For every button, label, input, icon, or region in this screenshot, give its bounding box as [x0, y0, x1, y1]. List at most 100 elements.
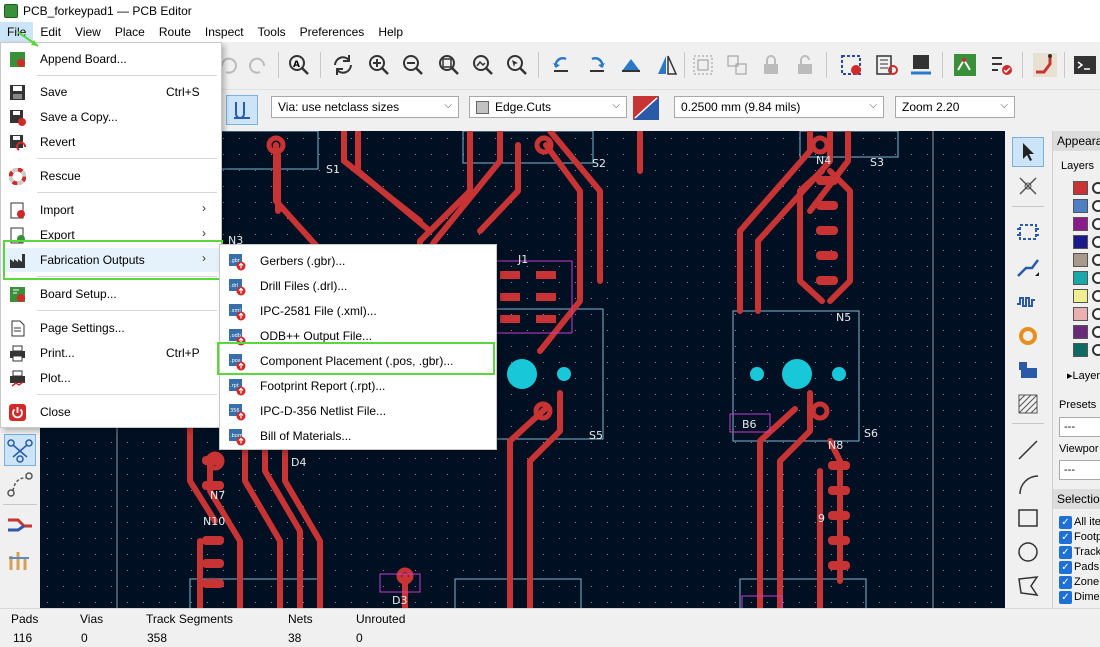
viewport-select[interactable]: --- [1059, 460, 1100, 480]
layer-color-swatch[interactable] [1073, 199, 1088, 213]
mirror-icon[interactable] [652, 50, 682, 80]
layer-visibility-eye-icon[interactable] [1092, 344, 1100, 356]
draw-arc-icon[interactable] [1012, 469, 1044, 499]
route-tool-icon[interactable] [1030, 50, 1060, 80]
layer-select[interactable]: Edge.Cuts ⌵ [469, 96, 627, 118]
drc-icon[interactable] [986, 50, 1016, 80]
menu-item-append-board[interactable]: Append Board... [2, 47, 221, 71]
ratsnest-toggle-icon[interactable] [4, 434, 36, 466]
layer-color-swatch[interactable] [1073, 271, 1088, 285]
layer-color-swatch[interactable] [1073, 253, 1088, 267]
menu-item-save-copy[interactable]: Save a Copy... [2, 105, 221, 129]
zoom-in-icon[interactable] [364, 50, 394, 80]
selection-filter-checkbox[interactable]: ✓ [1059, 576, 1072, 589]
menu-item-import[interactable]: Import › [2, 198, 221, 222]
selection-filter-checkbox[interactable]: ✓ [1059, 561, 1072, 574]
menu-item-page-settings[interactable]: Page Settings... [2, 316, 221, 340]
add-zone-icon[interactable] [1012, 389, 1044, 419]
redo-icon[interactable] [244, 50, 274, 80]
menu-view[interactable]: View [68, 22, 108, 42]
zoom-select[interactable]: Zoom 2.20 ⌵ [895, 96, 1015, 118]
zoom-fit-icon[interactable] [434, 50, 464, 80]
submenu-item-ipc-d-356-netlist-file[interactable]: 356 IPC-D-356 Netlist File... [221, 399, 496, 423]
rotate-ccw-icon[interactable] [546, 50, 576, 80]
group-icon[interactable] [688, 50, 718, 80]
flip-icon[interactable] [616, 50, 646, 80]
submenu-item-gerbers-gbr[interactable]: .gbr Gerbers (.gbr)... [221, 249, 496, 273]
draw-rectangle-icon[interactable] [1012, 503, 1044, 533]
layer-visibility-eye-icon[interactable] [1092, 290, 1100, 302]
layer-visibility-eye-icon[interactable] [1092, 236, 1100, 248]
route-track-icon[interactable] [1012, 253, 1044, 283]
find-icon[interactable]: A [284, 50, 314, 80]
menu-place[interactable]: Place [108, 22, 152, 42]
lock-icon[interactable] [756, 50, 786, 80]
refresh-icon[interactable] [328, 50, 358, 80]
layer-pair-icon[interactable] [633, 96, 659, 120]
layer-color-swatch[interactable] [1073, 343, 1088, 357]
net-color-icon[interactable] [6, 546, 34, 574]
menu-item-print[interactable]: Print... Ctrl+P [2, 341, 221, 365]
selection-filter-checkbox[interactable]: ✓ [1059, 516, 1072, 529]
layer-visibility-eye-icon[interactable] [1092, 200, 1100, 212]
menu-item-close[interactable]: Close [2, 400, 221, 424]
submenu-item-footprint-report-rpt[interactable]: .rpt Footprint Report (.rpt)... [221, 374, 496, 398]
footprint-editor-icon[interactable] [836, 50, 866, 80]
scripting-console-icon[interactable] [1070, 50, 1100, 80]
presets-select[interactable]: --- [1059, 417, 1100, 437]
add-via-icon[interactable] [1012, 321, 1044, 351]
submenu-item-bill-of-materials[interactable]: .bom Bill of Materials... [221, 424, 496, 448]
curved-ratsnest-icon[interactable] [6, 471, 34, 499]
track-width-toggle-icon[interactable] [226, 95, 258, 125]
menu-item-board-setup[interactable]: Board Setup... [2, 282, 221, 306]
menu-item-revert[interactable]: Revert [2, 130, 221, 154]
layer-color-swatch[interactable] [1073, 181, 1088, 195]
layer-color-swatch[interactable] [1073, 289, 1088, 303]
rotate-cw-icon[interactable] [582, 50, 612, 80]
menu-route[interactable]: Route [152, 22, 198, 42]
high-contrast-tracks-icon[interactable] [6, 512, 34, 540]
track-width-select[interactable]: 0.2500 mm (9.84 mils) ⌵ [674, 96, 884, 118]
unlock-icon[interactable] [790, 50, 820, 80]
layer-visibility-eye-icon[interactable] [1092, 308, 1100, 320]
footprint-browser-icon[interactable] [872, 50, 902, 80]
add-pad-icon[interactable] [1012, 355, 1044, 385]
add-footprint-icon[interactable] [1012, 217, 1044, 247]
menu-item-rescue[interactable]: Rescue [2, 164, 221, 188]
submenu-item-drill-files-drl[interactable]: .drl Drill Files (.drl)... [221, 274, 496, 298]
menu-item-plot[interactable]: Plot... [2, 366, 221, 390]
draw-line-icon[interactable] [1012, 435, 1044, 465]
layer-visibility-eye-icon[interactable] [1092, 182, 1100, 194]
layer-visibility-eye-icon[interactable] [1092, 218, 1100, 230]
zoom-out-icon[interactable] [398, 50, 428, 80]
submenu-item-ipc-2581-file-xml[interactable]: .xml IPC-2581 File (.xml)... [221, 299, 496, 323]
layers-expander[interactable]: ▸Layer [1067, 369, 1100, 382]
zoom-objects-icon[interactable] [468, 50, 498, 80]
menu-help[interactable]: Help [371, 22, 410, 42]
layer-visibility-eye-icon[interactable] [1092, 326, 1100, 338]
selection-filter-checkbox[interactable]: ✓ [1059, 546, 1072, 559]
menu-item-save[interactable]: Save Ctrl+S [2, 80, 221, 104]
layer-color-swatch[interactable] [1073, 307, 1088, 321]
local-ratsnest-icon[interactable] [1012, 171, 1044, 201]
menu-tools[interactable]: Tools [251, 22, 293, 42]
selection-filter-checkbox[interactable]: ✓ [1059, 531, 1072, 544]
layer-color-swatch[interactable] [1073, 217, 1088, 231]
zoom-selection-icon[interactable] [502, 50, 532, 80]
menu-inspect[interactable]: Inspect [198, 22, 251, 42]
tab-layers[interactable]: Layers [1061, 160, 1094, 172]
menu-preferences[interactable]: Preferences [293, 22, 372, 42]
tune-length-icon[interactable] [1012, 287, 1044, 317]
layer-color-swatch[interactable] [1073, 325, 1088, 339]
ungroup-icon[interactable] [722, 50, 752, 80]
schematic-editor-icon[interactable] [950, 50, 980, 80]
draw-polygon-icon[interactable] [1012, 571, 1044, 601]
layer-color-swatch[interactable] [1073, 235, 1088, 249]
layer-visibility-eye-icon[interactable] [1092, 254, 1100, 266]
layer-visibility-eye-icon[interactable] [1092, 272, 1100, 284]
draw-circle-icon[interactable] [1012, 537, 1044, 567]
update-pcb-icon[interactable] [906, 50, 936, 80]
via-size-select[interactable]: Via: use netclass sizes ⌵ [271, 96, 459, 118]
select-tool-icon[interactable] [1012, 137, 1044, 167]
selection-filter-checkbox[interactable]: ✓ [1059, 591, 1072, 604]
